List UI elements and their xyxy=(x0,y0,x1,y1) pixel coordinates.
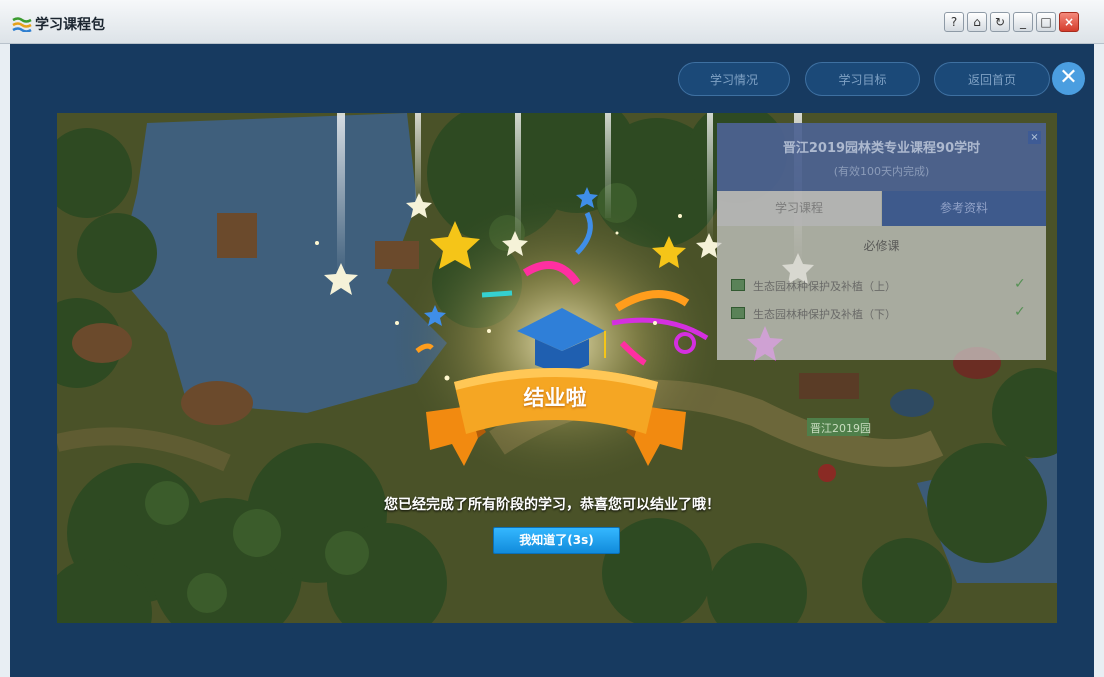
map-sign-label: 晋江2019园 xyxy=(810,422,871,435)
course-item[interactable]: 生态园林种保护及补植（上） ✓ xyxy=(731,276,1036,294)
course-name: 生态园林种保护及补植（上） xyxy=(753,280,896,293)
course-book-icon xyxy=(731,279,745,291)
help-button[interactable]: ? xyxy=(944,12,964,32)
close-overlay-button[interactable]: ✕ xyxy=(1052,62,1085,95)
check-icon: ✓ xyxy=(1014,276,1026,292)
course-book-icon xyxy=(731,307,745,319)
refresh-button[interactable]: ↻ xyxy=(990,12,1010,32)
course-panel-subtitle: (有效100天内完成) xyxy=(833,165,930,178)
close-window-button[interactable]: × xyxy=(1059,12,1079,32)
course-panel-header: 晋江2019园林类专业课程90学时 (有效100天内完成) × xyxy=(717,123,1046,191)
graduation-banner-text: 结业啦 xyxy=(523,386,587,410)
acknowledge-button[interactable]: 我知道了(3s) xyxy=(493,527,620,554)
course-panel-close-icon[interactable]: × xyxy=(1028,131,1041,144)
nav-study-goal[interactable]: 学习目标 xyxy=(805,62,920,96)
course-panel-title: 晋江2019园林类专业课程90学时 xyxy=(782,141,981,156)
required-courses-label: 必修课 xyxy=(863,239,900,253)
app-body: 学习情况 学习目标 返回首页 ✕ 晋江2019园 晋江2019园林类专业课程90… xyxy=(10,44,1094,677)
nav-study-status[interactable]: 学习情况 xyxy=(678,62,790,96)
congratulations-message: 您已经完成了所有阶段的学习，恭喜您可以结业了哦！ xyxy=(384,497,720,513)
home-button[interactable]: ⌂ xyxy=(967,12,987,32)
maximize-button[interactable]: □ xyxy=(1036,12,1056,32)
minimize-button[interactable]: _ xyxy=(1013,12,1033,32)
tab-study-courses[interactable]: 学习课程 xyxy=(717,191,881,226)
window-titlebar: 学习课程包 ? ⌂ ↻ _ □ × xyxy=(0,0,1104,44)
window-title: 学习课程包 xyxy=(35,17,105,33)
course-name: 生态园林种保护及补植（下） xyxy=(753,308,896,321)
app-logo-icon xyxy=(12,17,32,32)
check-icon: ✓ xyxy=(1014,304,1026,320)
tab-reference-materials[interactable]: 参考资料 xyxy=(882,191,1046,226)
nav-back-home[interactable]: 返回首页 xyxy=(934,62,1050,96)
graduation-ribbon xyxy=(426,368,686,466)
course-item[interactable]: 生态园林种保护及补植（下） ✓ xyxy=(731,304,1036,322)
course-panel: 晋江2019园林类专业课程90学时 (有效100天内完成) × 学习课程 参考资… xyxy=(717,123,1046,360)
